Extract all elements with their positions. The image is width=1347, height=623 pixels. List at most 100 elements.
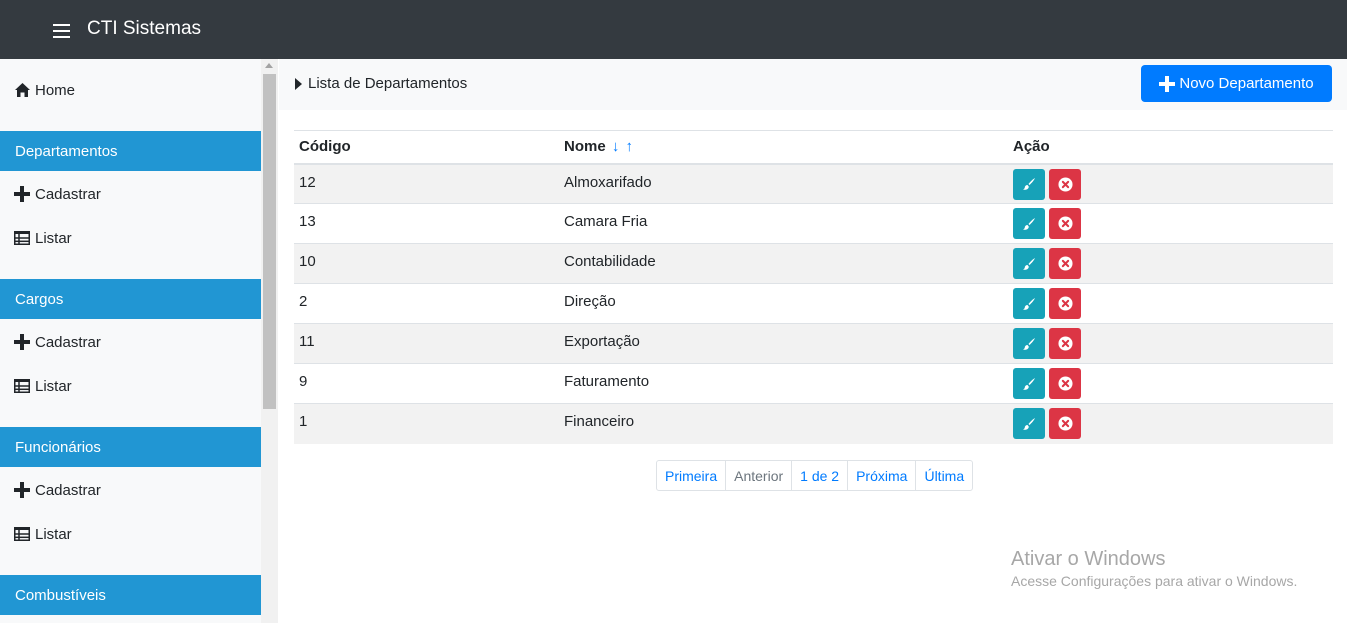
times-circle-icon <box>1057 176 1073 192</box>
sidebar-item-funcionarios-listar[interactable]: Listar <box>14 524 72 544</box>
page-last-link[interactable]: Última <box>916 461 972 490</box>
sidebar-scrollbar[interactable] <box>261 59 278 623</box>
sidebar-item-funcionarios-cadastrar[interactable]: Cadastrar <box>14 480 101 500</box>
new-department-label: Novo Departamento <box>1179 75 1314 92</box>
sidebar-item-label: Cadastrar <box>35 185 101 203</box>
table-header-row: Código Nome ↓ ↑ Ação <box>294 130 1333 165</box>
sidebar-item-label: Listar <box>35 525 72 543</box>
pagination: Primeira Anterior 1 de 2 Próxima Última <box>656 460 974 491</box>
breadcrumb: Lista de Departamentos <box>295 75 467 92</box>
times-circle-icon <box>1057 216 1073 231</box>
sidebar-section-funcionarios[interactable]: Funcionários <box>0 427 261 467</box>
edit-button[interactable] <box>1013 248 1045 279</box>
edit-button[interactable] <box>1013 288 1045 319</box>
delete-button[interactable] <box>1049 408 1081 439</box>
plus-icon <box>1159 75 1176 92</box>
scroll-up-arrow-icon[interactable] <box>265 63 273 68</box>
departments-table: Código Nome ↓ ↑ Ação 12 Almoxarifado 13 Cam… <box>294 130 1333 444</box>
sidebar-item-cargos-listar[interactable]: Listar <box>14 376 72 396</box>
hamburger-icon[interactable] <box>53 24 70 38</box>
sidebar-item-departamentos-cadastrar[interactable]: Cadastrar <box>14 184 101 204</box>
cell-code: 9 <box>294 363 559 404</box>
cell-actions <box>1008 243 1333 284</box>
paintbrush-icon <box>1022 337 1036 351</box>
table-list-icon <box>14 526 30 542</box>
plus-icon <box>14 482 30 498</box>
delete-button[interactable] <box>1049 368 1081 399</box>
cell-name: Exportação <box>559 323 1008 364</box>
cell-actions <box>1008 283 1333 324</box>
cell-name: Financeiro <box>559 403 1008 444</box>
sidebar-item-departamentos-listar[interactable]: Listar <box>14 228 72 248</box>
scrollbar-thumb[interactable] <box>263 74 276 409</box>
paintbrush-icon <box>1022 417 1036 431</box>
column-header-name[interactable]: Nome ↓ ↑ <box>559 130 1008 165</box>
cell-code: 11 <box>294 323 559 364</box>
cell-actions <box>1008 363 1333 404</box>
content-header: Lista de Departamentos Novo Departamento <box>279 59 1347 110</box>
paintbrush-icon <box>1022 217 1036 231</box>
cell-actions <box>1008 203 1333 244</box>
cell-code: 10 <box>294 243 559 284</box>
table-row: 2 Direção <box>294 283 1333 324</box>
paintbrush-icon <box>1022 297 1036 311</box>
delete-button[interactable] <box>1049 288 1081 319</box>
cell-actions <box>1008 323 1333 364</box>
table-row: 1 Financeiro <box>294 403 1333 444</box>
plus-icon <box>14 186 30 202</box>
sort-asc-icon[interactable]: ↑ <box>626 138 634 155</box>
sidebar-item-label: Cadastrar <box>35 333 101 351</box>
cell-actions <box>1008 163 1333 204</box>
breadcrumb-label: Lista de Departamentos <box>308 75 468 92</box>
delete-button[interactable] <box>1049 168 1081 200</box>
caret-right-icon <box>295 77 302 90</box>
sidebar-section-cargos[interactable]: Cargos <box>0 279 261 319</box>
page-next-link[interactable]: Próxima <box>848 461 917 490</box>
cell-code: 12 <box>294 163 559 204</box>
cell-code: 1 <box>294 403 559 444</box>
cell-name: Direção <box>559 283 1008 324</box>
new-department-button[interactable]: Novo Departamento <box>1141 65 1332 102</box>
table-row: 10 Contabilidade <box>294 243 1333 284</box>
brand-title[interactable]: CTI Sistemas <box>87 18 201 40</box>
delete-button[interactable] <box>1049 248 1081 279</box>
sidebar-item-cargos-cadastrar[interactable]: Cadastrar <box>14 332 101 352</box>
column-header-action: Ação <box>1008 130 1333 165</box>
table-row: 9 Faturamento <box>294 363 1333 404</box>
cell-name: Almoxarifado <box>559 163 1008 204</box>
sidebar-section-combustiveis[interactable]: Combustíveis <box>0 575 261 615</box>
cell-actions <box>1008 403 1333 444</box>
table-row: 11 Exportação <box>294 323 1333 364</box>
times-circle-icon <box>1057 256 1073 271</box>
times-circle-icon <box>1057 416 1073 431</box>
table-row: 13 Camara Fria <box>294 203 1333 244</box>
sidebar-section-departamentos[interactable]: Departamentos <box>0 131 261 171</box>
sidebar-item-label: Home <box>35 81 76 99</box>
sidebar-item-label: Listar <box>35 377 72 395</box>
table-row: 12 Almoxarifado <box>294 163 1333 204</box>
page-current[interactable]: 1 de 2 <box>792 461 849 490</box>
page-prev-link: Anterior <box>726 461 793 490</box>
sidebar: Home Departamentos Cadastrar Listar Carg… <box>0 59 261 623</box>
sort-desc-icon[interactable]: ↓ <box>612 138 620 155</box>
table-list-icon <box>14 230 30 246</box>
delete-button[interactable] <box>1049 328 1081 359</box>
edit-button[interactable] <box>1013 408 1045 439</box>
windows-activation-watermark: Ativar o Windows Acesse Configurações pa… <box>1011 548 1297 589</box>
cell-code: 2 <box>294 283 559 324</box>
column-header-name-label: Nome <box>564 138 606 156</box>
cell-name: Camara Fria <box>559 203 1008 244</box>
edit-button[interactable] <box>1013 168 1045 200</box>
edit-button[interactable] <box>1013 208 1045 239</box>
delete-button[interactable] <box>1049 208 1081 239</box>
paintbrush-icon <box>1022 177 1036 191</box>
paintbrush-icon <box>1022 257 1036 271</box>
edit-button[interactable] <box>1013 328 1045 359</box>
edit-button[interactable] <box>1013 368 1045 399</box>
times-circle-icon <box>1057 336 1073 351</box>
watermark-subtitle: Acesse Configurações para ativar o Windo… <box>1011 573 1298 589</box>
cell-code: 13 <box>294 203 559 244</box>
home-icon <box>14 82 30 98</box>
page-first-link[interactable]: Primeira <box>657 461 727 490</box>
sidebar-item-home[interactable]: Home <box>14 80 75 100</box>
